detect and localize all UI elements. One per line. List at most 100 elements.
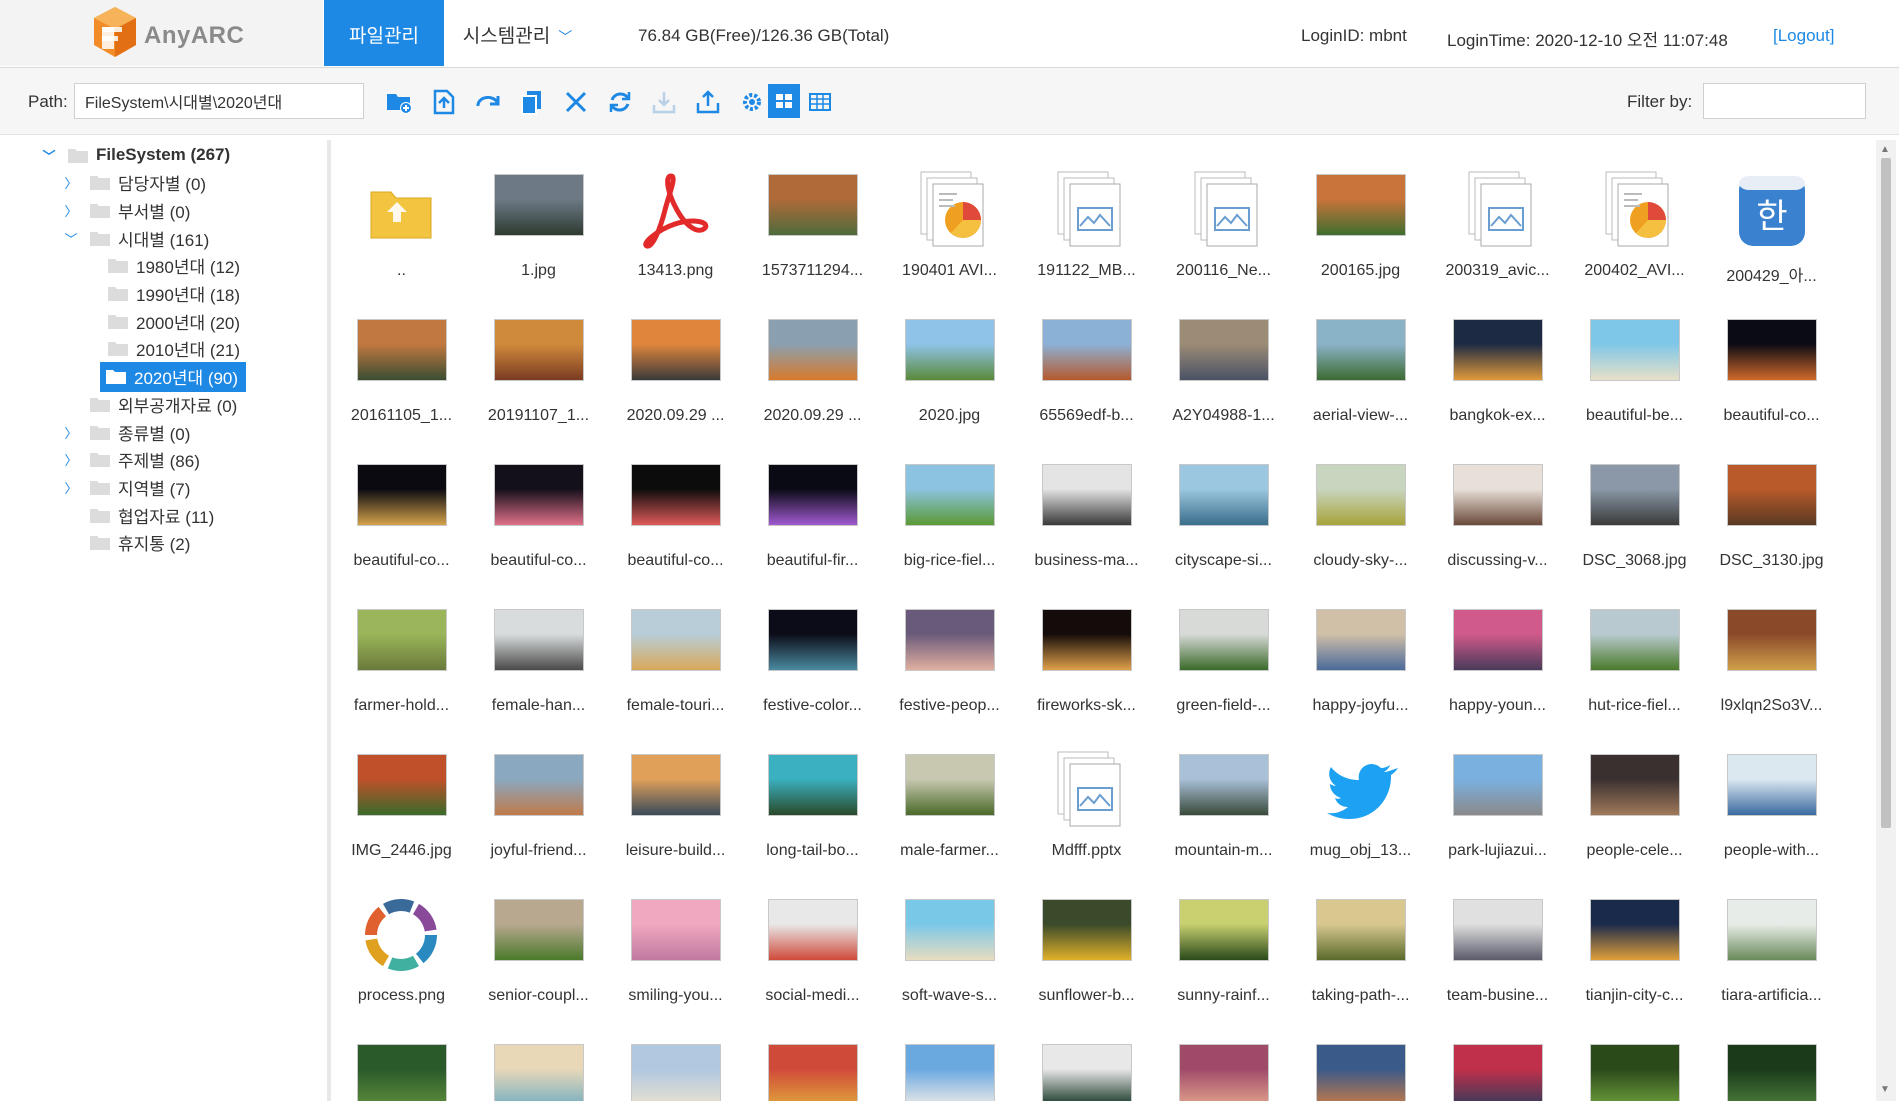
- tree-node[interactable]: 휴지통 (2): [64, 528, 190, 558]
- file-tile[interactable]: cityscape-si...: [1155, 430, 1292, 575]
- chevron-right-icon[interactable]: 〉: [64, 201, 78, 220]
- file-tile[interactable]: soft-wave-s...: [881, 865, 1018, 1010]
- file-tile[interactable]: 2020.09.29 ...: [744, 285, 881, 430]
- file-tile[interactable]: bangkok-ex...: [1429, 285, 1566, 430]
- file-tile[interactable]: [1703, 1010, 1840, 1101]
- file-tile[interactable]: mug_obj_13...: [1292, 720, 1429, 865]
- chevron-right-icon[interactable]: 〉: [64, 173, 78, 192]
- file-tile[interactable]: 한 200429_아...: [1703, 140, 1840, 285]
- file-tile[interactable]: smiling-you...: [607, 865, 744, 1010]
- file-tile[interactable]: 190401 AVI...: [881, 140, 1018, 285]
- file-tile[interactable]: sunny-rainf...: [1155, 865, 1292, 1010]
- file-tile[interactable]: 13413.png: [607, 140, 744, 285]
- tree-node[interactable]: 〉 지역별 (7): [64, 472, 190, 502]
- file-tile[interactable]: aerial-view-...: [1292, 285, 1429, 430]
- file-tile[interactable]: beautiful-co...: [333, 430, 470, 575]
- chevron-right-icon[interactable]: 〉: [64, 423, 78, 442]
- file-tile[interactable]: beautiful-be...: [1566, 285, 1703, 430]
- new-folder-button[interactable]: [384, 87, 414, 117]
- file-tile[interactable]: [607, 1010, 744, 1101]
- file-tile[interactable]: female-han...: [470, 575, 607, 720]
- file-tile[interactable]: [1155, 1010, 1292, 1101]
- file-tile[interactable]: 200116_Ne...: [1155, 140, 1292, 285]
- path-input[interactable]: [74, 83, 364, 119]
- file-tile[interactable]: process.png: [333, 865, 470, 1010]
- file-tile[interactable]: farmer-hold...: [333, 575, 470, 720]
- file-tile[interactable]: 200402_AVI...: [1566, 140, 1703, 285]
- file-tile[interactable]: long-tail-bo...: [744, 720, 881, 865]
- file-tile[interactable]: 20161105_1...: [333, 285, 470, 430]
- tree-node[interactable]: 협업자료 (11): [64, 500, 214, 530]
- file-tile[interactable]: [881, 1010, 1018, 1101]
- file-tile[interactable]: hut-rice-fiel...: [1566, 575, 1703, 720]
- file-tile[interactable]: [1429, 1010, 1566, 1101]
- filter-input[interactable]: [1703, 83, 1866, 119]
- scroll-thumb[interactable]: [1881, 158, 1891, 828]
- file-tile[interactable]: park-lujiazui...: [1429, 720, 1566, 865]
- file-tile[interactable]: DSC_3130.jpg: [1703, 430, 1840, 575]
- file-tile[interactable]: beautiful-co...: [470, 430, 607, 575]
- file-tile[interactable]: joyful-friend...: [470, 720, 607, 865]
- file-tile[interactable]: [1018, 1010, 1155, 1101]
- file-tile[interactable]: mountain-m...: [1155, 720, 1292, 865]
- file-tile[interactable]: tiara-artificia...: [1703, 865, 1840, 1010]
- file-tile[interactable]: 65569edf-b...: [1018, 285, 1155, 430]
- file-tile[interactable]: [1566, 1010, 1703, 1101]
- list-view-button[interactable]: [805, 87, 835, 117]
- file-tile[interactable]: beautiful-fir...: [744, 430, 881, 575]
- file-tile[interactable]: beautiful-co...: [607, 430, 744, 575]
- chevron-down-icon[interactable]: ﹀: [64, 229, 78, 248]
- file-tile[interactable]: happy-joyfu...: [1292, 575, 1429, 720]
- file-tile[interactable]: people-with...: [1703, 720, 1840, 865]
- tree-node[interactable]: 2020년대 (90): [100, 361, 247, 392]
- file-tile[interactable]: happy-youn...: [1429, 575, 1566, 720]
- file-tile[interactable]: tianjin-city-c...: [1566, 865, 1703, 1010]
- scroll-down-arrow-icon[interactable]: ▼: [1880, 1084, 1890, 1095]
- chevron-right-icon[interactable]: 〉: [64, 478, 78, 497]
- upload-file-button[interactable]: [429, 87, 459, 117]
- file-tile[interactable]: 200319_avic...: [1429, 140, 1566, 285]
- tree-node[interactable]: 외부공개자료 (0): [64, 389, 237, 419]
- file-tile[interactable]: team-busine...: [1429, 865, 1566, 1010]
- file-tile[interactable]: A2Y04988-1...: [1155, 285, 1292, 430]
- tree-node[interactable]: 〉 부서별 (0): [64, 195, 190, 225]
- tree-node[interactable]: 2010년대 (21): [88, 334, 240, 364]
- file-tile[interactable]: sunflower-b...: [1018, 865, 1155, 1010]
- file-tile[interactable]: male-farmer...: [881, 720, 1018, 865]
- file-tile[interactable]: [1292, 1010, 1429, 1101]
- logout-link[interactable]: [Logout]: [1773, 26, 1834, 46]
- tree-node[interactable]: 〉 담당자별 (0): [64, 168, 206, 198]
- file-tile[interactable]: female-touri...: [607, 575, 744, 720]
- file-tile[interactable]: social-medi...: [744, 865, 881, 1010]
- file-tile[interactable]: 191122_MB...: [1018, 140, 1155, 285]
- file-tile[interactable]: cloudy-sky-...: [1292, 430, 1429, 575]
- file-tile[interactable]: [470, 1010, 607, 1101]
- file-tile[interactable]: Mdfff.pptx: [1018, 720, 1155, 865]
- tree-node[interactable]: 2000년대 (20): [88, 306, 240, 336]
- download-button[interactable]: [649, 87, 679, 117]
- file-tile[interactable]: ..: [333, 140, 470, 285]
- file-tile[interactable]: beautiful-co...: [1703, 285, 1840, 430]
- delete-button[interactable]: [561, 87, 591, 117]
- file-tile[interactable]: 1573711294...: [744, 140, 881, 285]
- file-tile[interactable]: IMG_2446.jpg: [333, 720, 470, 865]
- file-tile[interactable]: discussing-v...: [1429, 430, 1566, 575]
- file-tile[interactable]: big-rice-fiel...: [881, 430, 1018, 575]
- tab-system-management[interactable]: 시스템관리 ﹀: [445, 0, 590, 66]
- file-tile[interactable]: [333, 1010, 470, 1101]
- move-button[interactable]: [473, 87, 503, 117]
- file-tile[interactable]: 2020.09.29 ...: [607, 285, 744, 430]
- tree-node[interactable]: 1980년대 (12): [88, 251, 240, 281]
- vertical-scrollbar[interactable]: ▲ ▼: [1876, 140, 1896, 1101]
- file-tile[interactable]: festive-color...: [744, 575, 881, 720]
- file-tile[interactable]: DSC_3068.jpg: [1566, 430, 1703, 575]
- tab-file-management[interactable]: 파일관리: [324, 0, 444, 66]
- tree-node[interactable]: 1990년대 (18): [88, 279, 240, 309]
- file-tile[interactable]: 2020.jpg: [881, 285, 1018, 430]
- chevron-right-icon[interactable]: 〉: [64, 450, 78, 469]
- file-tile[interactable]: fireworks-sk...: [1018, 575, 1155, 720]
- file-tile[interactable]: senior-coupl...: [470, 865, 607, 1010]
- refresh-button[interactable]: [605, 87, 635, 117]
- settings-button[interactable]: [737, 87, 767, 117]
- file-tile[interactable]: 1.jpg: [470, 140, 607, 285]
